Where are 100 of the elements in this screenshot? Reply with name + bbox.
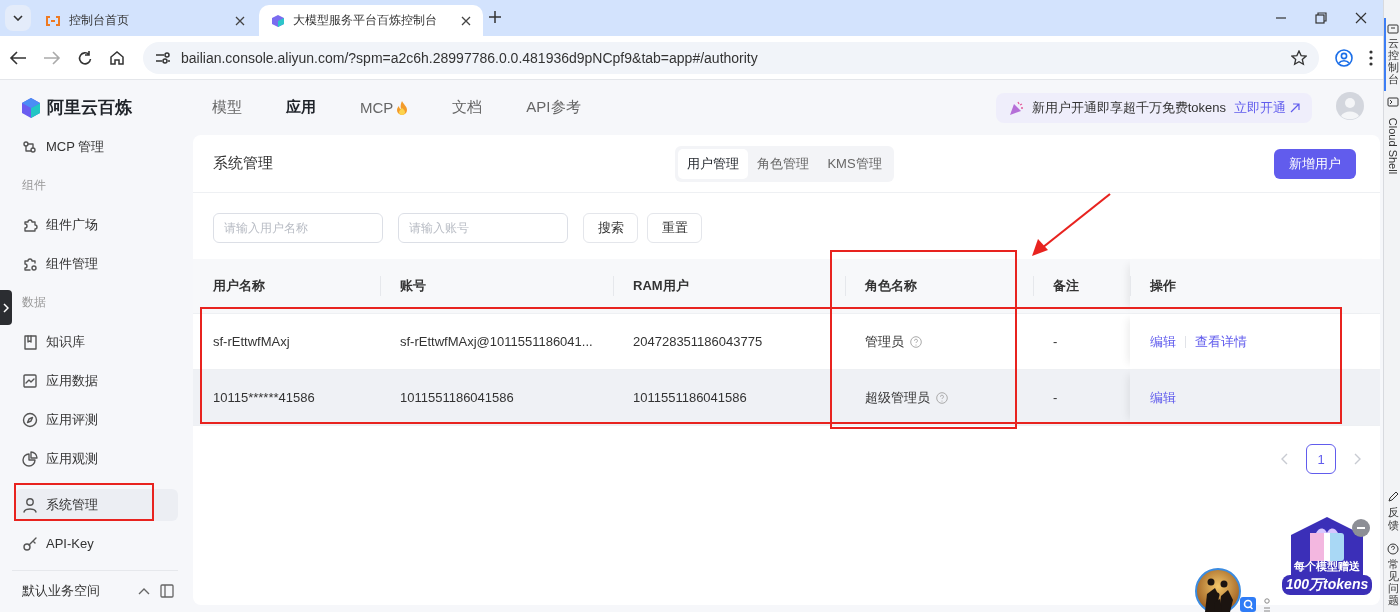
nav-tab[interactable]: API参考 — [526, 98, 581, 117]
address-bar[interactable]: bailian.console.aliyun.com/?spm=a2c6h.28997786.0.0.481936d9pNCpf9&tab=app#/authority — [143, 41, 1319, 74]
action-link[interactable]: 编辑 — [1150, 332, 1176, 351]
sidebar-item[interactable]: API-Key — [12, 527, 178, 560]
tab-title: 控制台首页 — [69, 12, 130, 29]
nav-tab[interactable]: MCP — [360, 98, 409, 117]
segment-tab[interactable]: KMS管理 — [818, 148, 891, 179]
rail-label: 反馈 — [1387, 506, 1399, 531]
table-cell: 204728351186043775 — [633, 334, 763, 349]
action-link[interactable]: 编辑 — [1150, 388, 1176, 407]
puzzle-icon — [22, 216, 38, 233]
column-header: 账号 — [400, 277, 426, 295]
tab-search-button[interactable] — [5, 5, 31, 31]
sidebar-item[interactable]: MCP 管理 — [12, 135, 178, 163]
column-header: 备注 — [1053, 277, 1079, 295]
add-user-button[interactable]: 新增用户 — [1274, 148, 1356, 179]
search-field[interactable]: 请输入用户名称 — [213, 213, 383, 243]
home-icon[interactable] — [109, 49, 125, 66]
url-text: bailian.console.aliyun.com/?spm=a2c6h.28997786.0.0.481936d9pNCpf9&tab=app#/authority — [181, 49, 759, 66]
rail-item[interactable]: Cloud Shell — [1384, 91, 1400, 189]
key-icon — [22, 535, 38, 552]
tab-title: 大模型服务平台百炼控制台 — [293, 12, 438, 29]
column-header: 用户名称 — [213, 277, 265, 295]
column-header: 角色名称 — [865, 277, 917, 295]
minus-circle-icon[interactable] — [1352, 519, 1370, 537]
column-header: 操作 — [1150, 277, 1176, 295]
help-icon — [936, 391, 948, 404]
sidebar-item[interactable]: 组件管理 — [12, 247, 178, 280]
promo-badge-text: 100万tokens — [1282, 575, 1372, 595]
role-name: 超级管理员 — [865, 388, 930, 407]
gift-promo-badge[interactable]: 每个模型赠送 100万tokens — [1280, 515, 1374, 612]
sidebar-item[interactable]: 应用评测 — [12, 403, 178, 436]
filter-button[interactable]: 重置 — [647, 213, 702, 243]
puzzle-icon — [22, 255, 38, 272]
console-icon — [45, 14, 61, 27]
sidebar-item[interactable]: 应用数据 — [12, 364, 178, 397]
collapse-sidebar-icon[interactable] — [160, 584, 174, 598]
promo-text: 新用户开通即享超千万免费tokens — [1031, 98, 1226, 117]
close-icon[interactable] — [235, 15, 245, 26]
segment-tab[interactable]: 用户管理 — [678, 148, 749, 179]
pie-chart-icon — [22, 450, 38, 467]
search-icon[interactable] — [1240, 597, 1256, 612]
workspace-name[interactable]: 默认业务空间 — [22, 582, 128, 600]
edit-icon — [1387, 491, 1399, 504]
sidebar-item[interactable]: 组件广场 — [12, 208, 178, 241]
sidebar-item[interactable]: 系统管理 — [15, 488, 178, 521]
nav-tab[interactable]: 文档 — [452, 98, 483, 117]
star-icon[interactable] — [1291, 49, 1307, 66]
new-tab-icon[interactable] — [489, 11, 501, 23]
sidebar-item[interactable]: 知识库 — [12, 325, 178, 358]
sidebar-item[interactable]: 应用观测 — [12, 442, 178, 475]
help-icon — [1387, 542, 1399, 555]
profile-icon[interactable] — [1335, 48, 1353, 67]
party-popper-icon — [1007, 99, 1024, 116]
table-cell: - — [1053, 390, 1058, 405]
chevron-down-icon — [13, 15, 23, 21]
nav-tab[interactable]: 应用 — [286, 98, 316, 117]
table-cell: sf-rEttwfMAxj@1011551186041... — [400, 334, 593, 349]
close-icon[interactable] — [1355, 12, 1367, 24]
table-cell: 1011551186041586 — [633, 390, 747, 405]
role-name: 管理员 — [865, 332, 904, 351]
search-field[interactable]: 请输入账号 — [398, 213, 568, 243]
app-logo-icon — [271, 13, 285, 28]
panel-icon — [1387, 24, 1399, 34]
table-row[interactable]: 10115******41586 1011551186041586 1011551186041586 超级管理员 - 编辑 — [193, 369, 1380, 425]
rail-item[interactable]: 云控制台 — [1384, 18, 1400, 92]
chevron-up-icon[interactable] — [138, 587, 150, 595]
browser-tab[interactable]: 控制台首页 — [33, 5, 257, 36]
help-icon — [910, 335, 922, 348]
section-heading: 数据 — [22, 294, 46, 311]
nav-tab[interactable]: 模型 — [212, 98, 242, 117]
table-cell: 1011551186041586 — [400, 390, 514, 405]
arrow-up-right-icon — [1290, 102, 1300, 113]
page-button[interactable]: 1 — [1306, 444, 1336, 474]
segment-tab[interactable]: 角色管理 — [748, 148, 819, 179]
reload-icon[interactable] — [77, 49, 93, 66]
dots-icon — [1263, 598, 1271, 612]
expand-sidebar-handle[interactable] — [0, 290, 12, 325]
site-settings-icon[interactable] — [155, 50, 171, 65]
promo-badge-text: 每个模型赠送 — [1293, 559, 1361, 574]
filter-button[interactable]: 搜索 — [583, 213, 638, 243]
column-header: RAM用户 — [633, 277, 689, 295]
restore-icon[interactable] — [1315, 12, 1327, 24]
flame-icon — [396, 99, 409, 116]
open-now-link[interactable]: 立即开通 — [1234, 98, 1300, 117]
browser-tab[interactable]: 大模型服务平台百炼控制台 — [259, 5, 483, 36]
more-icon[interactable] — [1369, 49, 1373, 66]
rail-item[interactable]: 常见问题 — [1384, 536, 1400, 612]
close-icon[interactable] — [461, 15, 471, 26]
rail-item[interactable]: 反馈 — [1384, 485, 1400, 537]
section-heading: 组件 — [22, 177, 46, 194]
book-icon — [22, 333, 38, 350]
chevron-right-icon — [3, 302, 9, 313]
compass-icon — [22, 411, 38, 428]
page-title: 系统管理 — [213, 154, 274, 173]
table-row[interactable]: sf-rEttwfMAxj sf-rEttwfMAxj@1011551186041... 204728351186043775 管理员 - 编辑 查看详情 — [193, 313, 1380, 369]
back-icon[interactable] — [9, 49, 27, 66]
table-cell: - — [1053, 334, 1058, 349]
action-link[interactable]: 查看详情 — [1195, 332, 1247, 351]
user-icon — [22, 496, 38, 513]
